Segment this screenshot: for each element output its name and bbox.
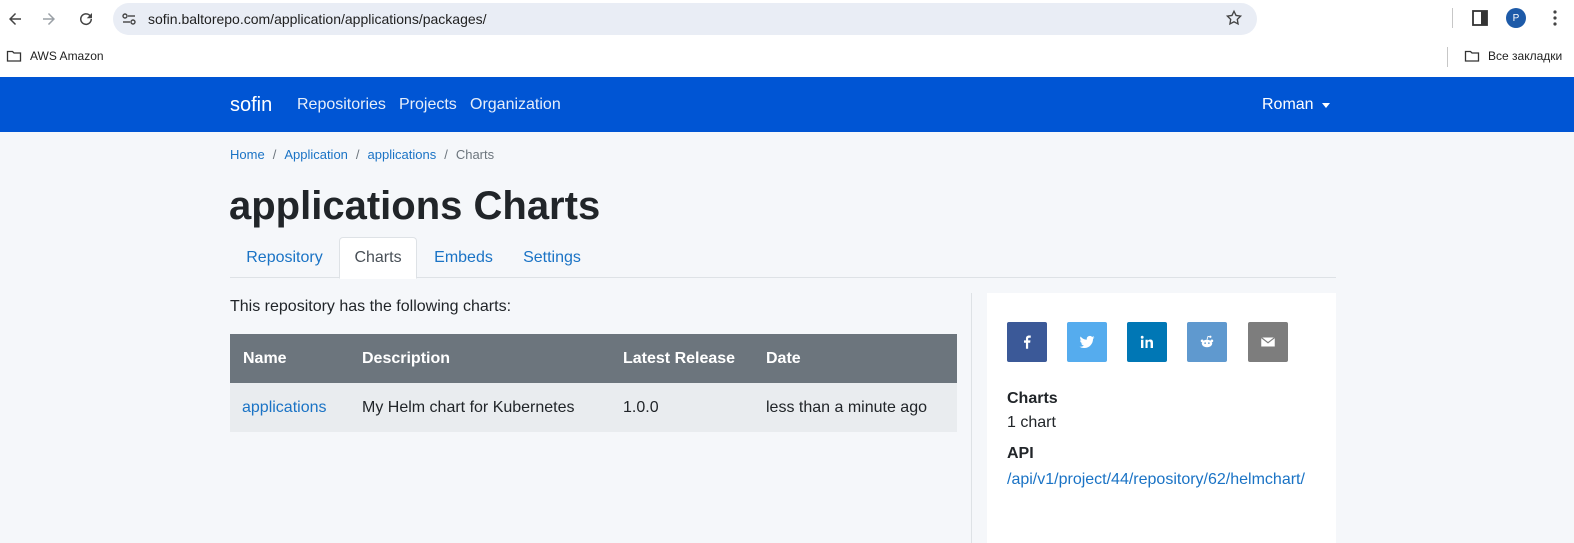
bookmark-label: AWS Amazon (30, 49, 104, 63)
brand-logo[interactable]: sofin (230, 94, 272, 117)
reload-button[interactable] (74, 7, 98, 31)
more-menu-icon[interactable] (1552, 8, 1558, 28)
api-endpoint-link[interactable]: /api/v1/project/44/repository/62/helmcha… (1007, 468, 1327, 491)
email-icon (1260, 337, 1276, 347)
nav-repositories[interactable]: Repositories (297, 96, 386, 114)
breadcrumb-separator: / (444, 147, 448, 162)
repository-tabs: Repository Charts Embeds Settings (230, 237, 1336, 279)
toolbar-divider (1452, 8, 1453, 28)
forward-arrow-icon (43, 13, 55, 25)
repository-info-card: Charts 1 chart API /api/v1/project/44/re… (987, 293, 1336, 543)
back-arrow-icon (9, 13, 21, 25)
nav-projects[interactable]: Projects (399, 96, 457, 114)
bookmark-all-bookmarks[interactable]: Все закладки (1464, 48, 1562, 64)
facebook-icon (1024, 335, 1031, 349)
charts-intro-text: This repository has the following charts… (230, 298, 512, 315)
browser-toolbar: sofin.baltorepo.com/application/applicat… (0, 0, 1574, 37)
linkedin-icon (1140, 335, 1153, 348)
column-header-date: Date (766, 350, 801, 367)
tab-repository[interactable]: Repository (230, 237, 339, 278)
nav-organization[interactable]: Organization (470, 96, 561, 114)
breadcrumb: Home / Application / applications / Char… (230, 147, 494, 162)
address-bar[interactable]: sofin.baltorepo.com/application/applicat… (113, 3, 1257, 35)
table-row: applications My Helm chart for Kubernete… (230, 383, 957, 432)
bookmark-star-icon[interactable] (1225, 9, 1243, 27)
chart-name-link[interactable]: applications (242, 399, 327, 417)
page-title: applications Charts (229, 184, 601, 228)
twitter-icon (1079, 335, 1095, 349)
column-header-name: Name (243, 350, 287, 367)
folder-icon (1464, 50, 1480, 62)
caret-down-icon (1321, 102, 1330, 108)
charts-count: 1 chart (1007, 414, 1056, 431)
reddit-icon (1200, 335, 1214, 348)
column-header-latest-release: Latest Release (623, 350, 736, 367)
share-twitter-button[interactable] (1067, 322, 1107, 362)
charts-table: Name Description Latest Release Date app… (230, 334, 957, 432)
user-menu-dropdown[interactable]: Roman (1262, 96, 1330, 114)
back-button[interactable] (3, 7, 27, 31)
breadcrumb-separator: / (272, 147, 277, 162)
url-text: sofin.baltorepo.com/application/applicat… (148, 11, 487, 27)
content-divider (971, 293, 972, 543)
breadcrumb-application[interactable]: Application (284, 147, 348, 162)
folder-icon (6, 50, 22, 62)
chart-description: My Helm chart for Kubernetes (362, 399, 575, 416)
profile-avatar[interactable]: P (1506, 8, 1526, 28)
forward-button[interactable] (37, 7, 61, 31)
breadcrumb-separator: / (355, 147, 360, 162)
share-linkedin-button[interactable] (1127, 322, 1167, 362)
site-settings-icon[interactable] (121, 11, 137, 27)
bookmarks-divider (1447, 47, 1448, 67)
column-header-description: Description (362, 350, 451, 367)
site-navbar: sofin Repositories Projects Organization… (0, 77, 1574, 132)
tab-settings[interactable]: Settings (510, 237, 594, 278)
bookmark-label: Все закладки (1488, 49, 1563, 63)
api-label: API (1007, 445, 1034, 462)
chart-date: less than a minute ago (766, 399, 927, 416)
share-email-button[interactable] (1248, 322, 1288, 362)
reload-icon (80, 13, 93, 26)
breadcrumb-current: Charts (455, 147, 495, 162)
breadcrumb-home[interactable]: Home (230, 147, 265, 162)
chart-latest-release: 1.0.0 (623, 399, 659, 416)
user-name: Roman (1262, 96, 1314, 113)
table-header: Name Description Latest Release Date (230, 334, 957, 383)
charts-label: Charts (1007, 390, 1058, 407)
bookmarks-bar: AWS Amazon Все закладки (0, 37, 1574, 77)
share-reddit-button[interactable] (1187, 322, 1227, 362)
share-facebook-button[interactable] (1007, 322, 1047, 362)
bookmark-aws-amazon[interactable]: AWS Amazon (6, 48, 104, 64)
tab-charts[interactable]: Charts (339, 237, 417, 279)
side-panel-icon[interactable] (1471, 9, 1489, 27)
tab-embeds[interactable]: Embeds (417, 237, 510, 278)
breadcrumb-applications[interactable]: applications (368, 147, 437, 162)
